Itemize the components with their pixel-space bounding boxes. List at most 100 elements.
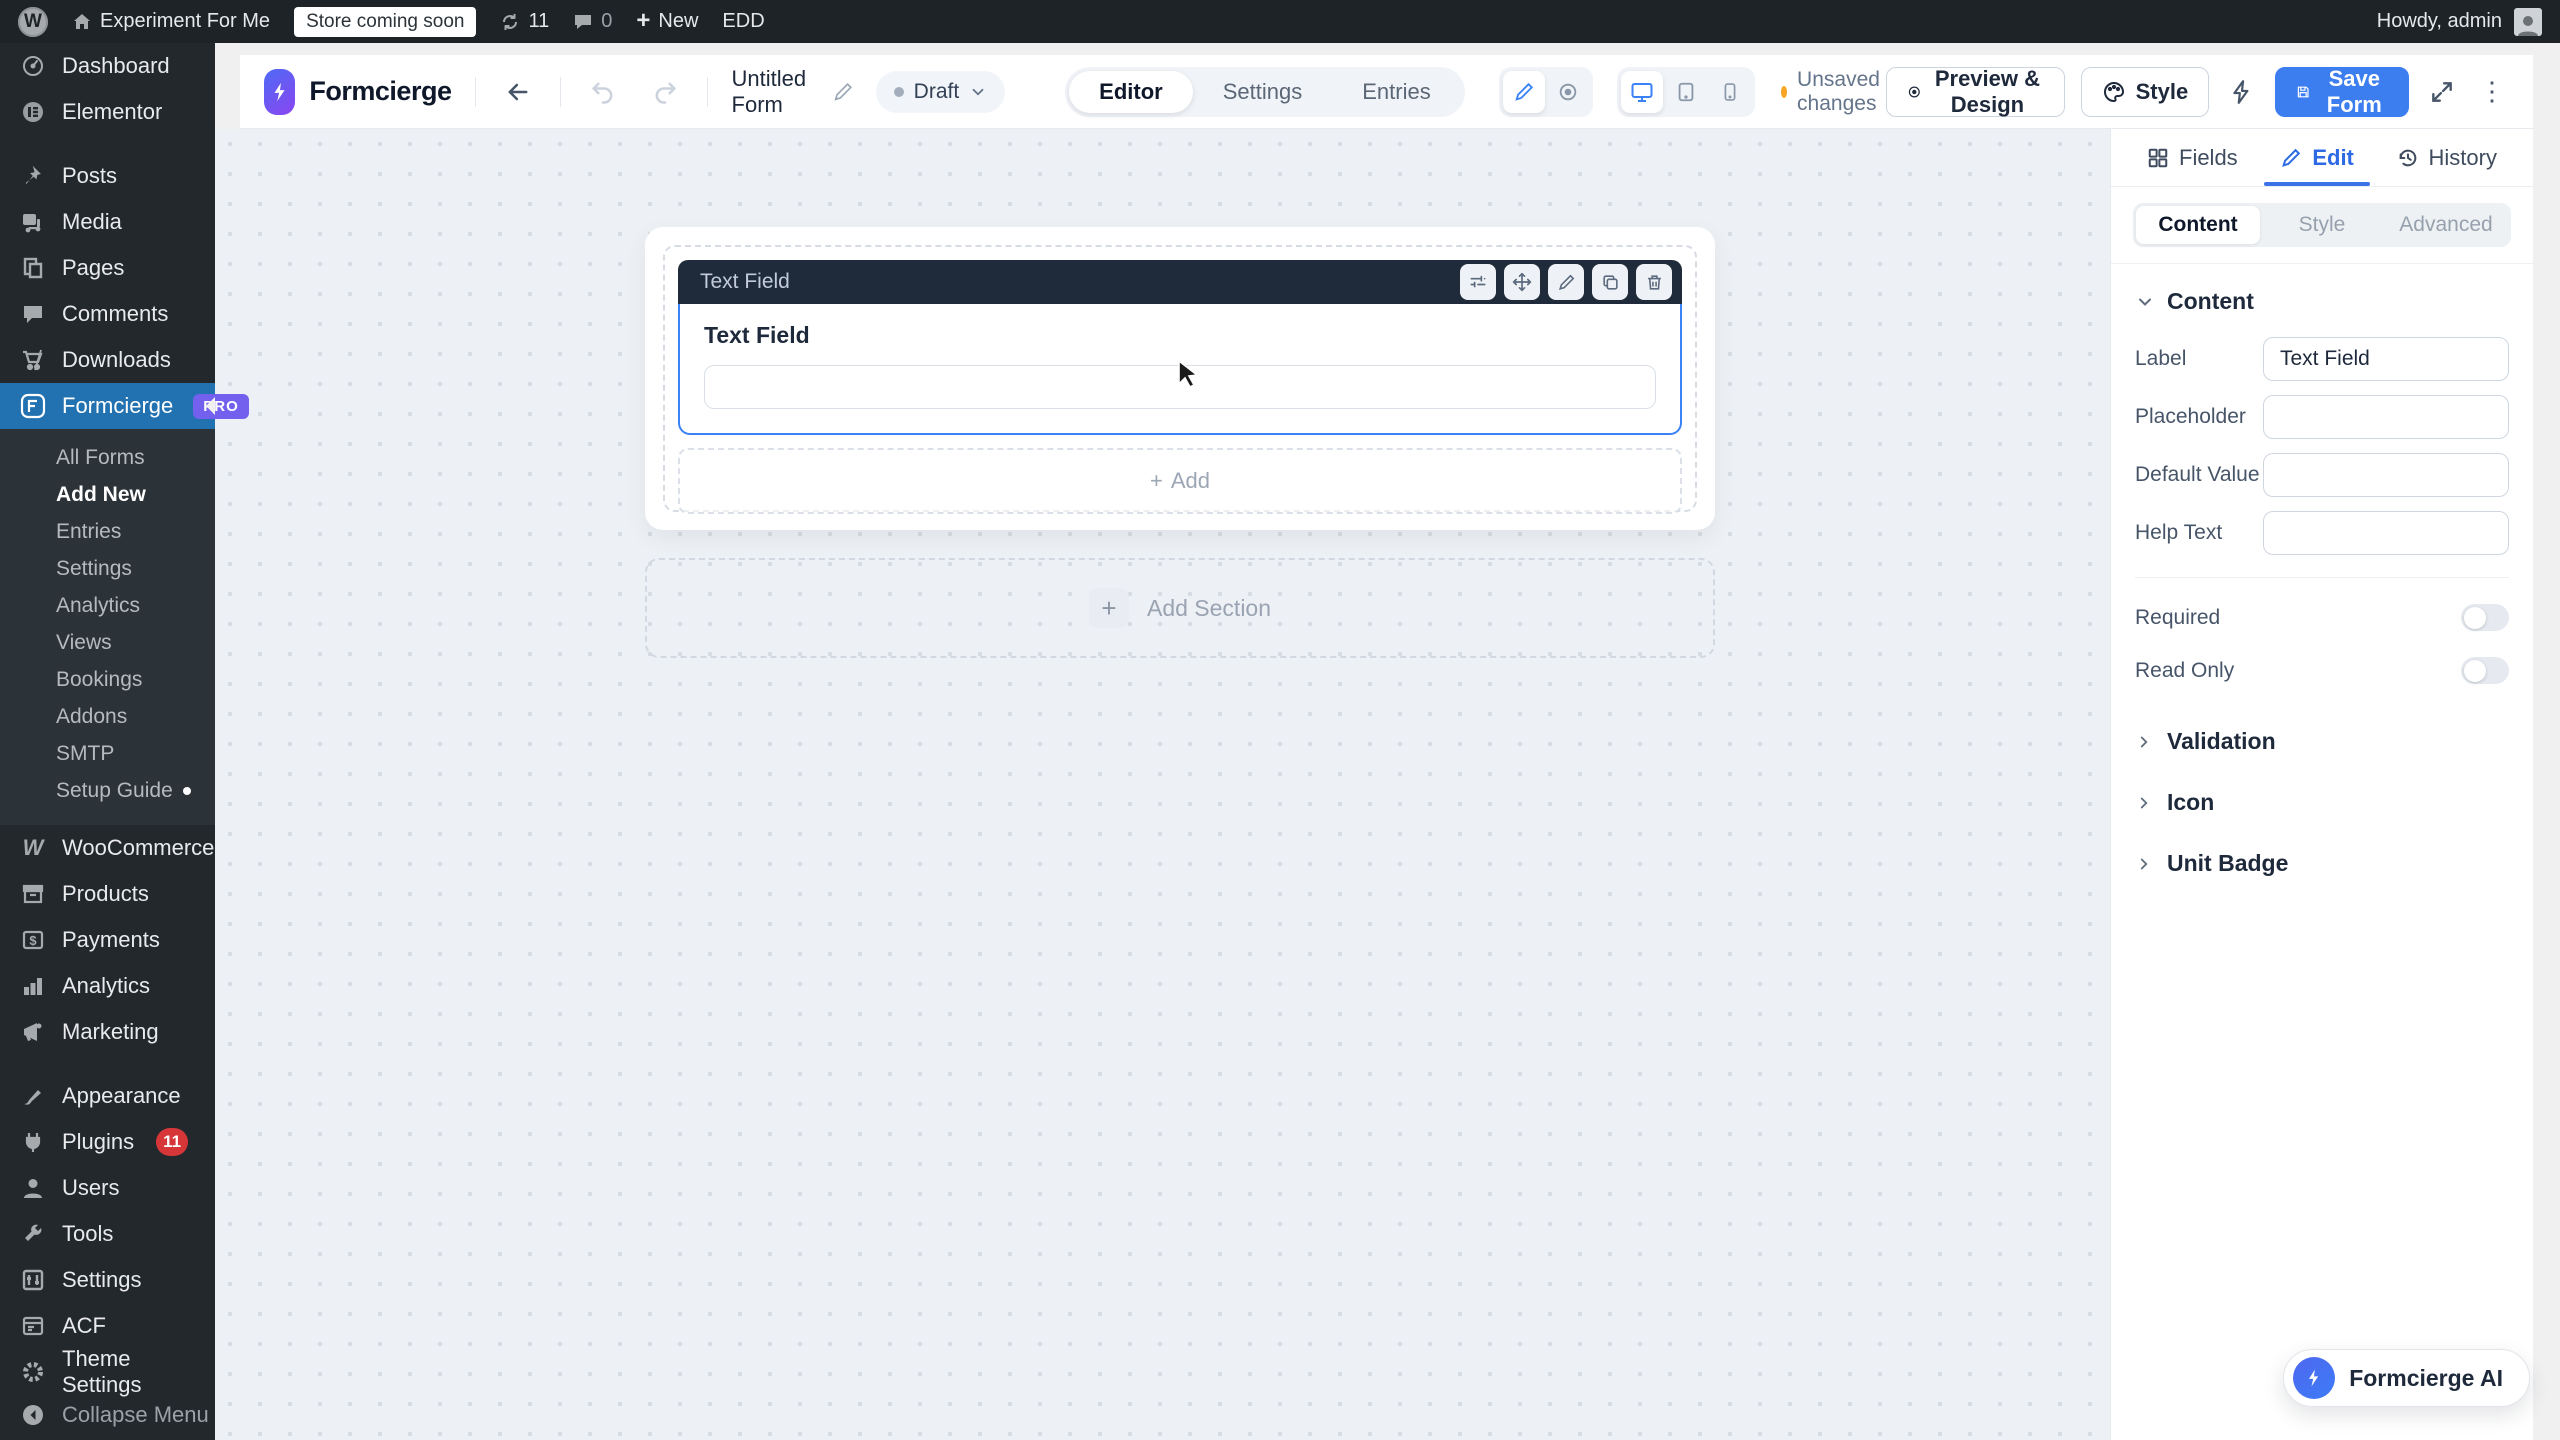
subtab-advanced[interactable]: Advanced bbox=[2384, 206, 2508, 244]
wrench-icon bbox=[20, 1223, 46, 1245]
status-dropdown[interactable]: Draft bbox=[876, 71, 1006, 113]
field-duplicate-button[interactable] bbox=[1592, 264, 1628, 300]
back-button[interactable] bbox=[500, 74, 536, 110]
preview-mode-button[interactable] bbox=[1547, 71, 1589, 113]
sidebar-item-settings[interactable]: Settings bbox=[0, 1257, 215, 1303]
sidebar-item-elementor[interactable]: Elementor bbox=[0, 89, 215, 135]
field-block-header[interactable]: Text Field bbox=[678, 260, 1682, 304]
add-field-button[interactable]: + Add bbox=[678, 448, 1682, 514]
save-icon bbox=[2296, 80, 2310, 104]
tab-editor[interactable]: Editor bbox=[1069, 71, 1193, 113]
sidebar-item-plugins[interactable]: Plugins 11 bbox=[0, 1119, 215, 1165]
edd-link[interactable]: EDD bbox=[722, 10, 764, 33]
submenu-setup-guide[interactable]: Setup Guide bbox=[0, 772, 215, 809]
tab-edit[interactable]: Edit bbox=[2280, 129, 2354, 186]
field-settings-button[interactable] bbox=[1460, 264, 1496, 300]
validation-section-header[interactable]: Validation bbox=[2135, 728, 2509, 755]
edit-title-icon[interactable] bbox=[832, 81, 854, 103]
comments-link[interactable]: 0 bbox=[573, 10, 612, 33]
submenu-addons[interactable]: Addons bbox=[0, 698, 215, 735]
sidebar-item-theme-settings[interactable]: Theme Settings bbox=[0, 1349, 215, 1395]
label-input[interactable] bbox=[2263, 337, 2509, 381]
preview-design-button[interactable]: Preview & Design bbox=[1886, 67, 2065, 117]
submenu-smtp[interactable]: SMTP bbox=[0, 735, 215, 772]
fullscreen-button[interactable] bbox=[2425, 75, 2459, 109]
more-options-button[interactable]: ⋮ bbox=[2475, 72, 2509, 111]
megaphone-icon bbox=[20, 1020, 46, 1044]
text-field-block[interactable]: Text Field Text Field bbox=[678, 260, 1682, 435]
sidebar-item-pages[interactable]: Pages bbox=[0, 245, 215, 291]
sliders-icon bbox=[20, 1269, 46, 1291]
new-content-link[interactable]: + New bbox=[636, 10, 698, 33]
sidebar-item-products[interactable]: Products bbox=[0, 871, 215, 917]
scrollbar-track[interactable] bbox=[2533, 43, 2560, 1440]
comments-count: 0 bbox=[601, 10, 612, 33]
formcierge-icon bbox=[20, 393, 46, 419]
tab-settings[interactable]: Settings bbox=[1193, 71, 1333, 113]
howdy-text[interactable]: Howdy, admin bbox=[2377, 10, 2502, 33]
undo-button[interactable] bbox=[585, 74, 621, 110]
field-label: Text Field bbox=[704, 322, 1656, 349]
submenu-entries[interactable]: Entries bbox=[0, 513, 215, 550]
tablet-view-button[interactable] bbox=[1665, 71, 1707, 113]
sidebar-item-dashboard[interactable]: Dashboard bbox=[0, 43, 215, 89]
add-section-button[interactable]: + Add Section bbox=[645, 558, 1715, 658]
quick-actions-button[interactable] bbox=[2225, 75, 2259, 109]
placeholder-input[interactable] bbox=[2263, 395, 2509, 439]
content-section-header[interactable]: Content bbox=[2135, 288, 2509, 315]
sidebar-item-woocommerce[interactable]: W WooCommerce bbox=[0, 825, 215, 871]
submenu-all-forms[interactable]: All Forms bbox=[0, 439, 215, 476]
sidebar-item-appearance[interactable]: Appearance bbox=[0, 1073, 215, 1119]
save-form-button[interactable]: Save Form bbox=[2275, 67, 2409, 117]
collapse-menu-button[interactable]: Collapse Menu bbox=[0, 1392, 215, 1438]
icon-section-header[interactable]: Icon bbox=[2135, 789, 2509, 816]
updates-link[interactable]: 11 bbox=[500, 10, 549, 33]
desktop-view-button[interactable] bbox=[1621, 71, 1663, 113]
tab-entries[interactable]: Entries bbox=[1332, 71, 1460, 113]
form-canvas[interactable]: Text Field Text Field bbox=[215, 129, 2110, 1440]
field-delete-button[interactable] bbox=[1636, 264, 1672, 300]
unit-badge-section-header[interactable]: Unit Badge bbox=[2135, 850, 2509, 877]
style-button[interactable]: Style bbox=[2081, 67, 2210, 117]
field-move-button[interactable] bbox=[1504, 264, 1540, 300]
sidebar-item-users[interactable]: Users bbox=[0, 1165, 215, 1211]
default-value-input[interactable] bbox=[2263, 453, 2509, 497]
tab-fields[interactable]: Fields bbox=[2147, 129, 2238, 186]
submenu-bookings[interactable]: Bookings bbox=[0, 661, 215, 698]
subtab-content[interactable]: Content bbox=[2136, 206, 2260, 244]
submenu-settings[interactable]: Settings bbox=[0, 550, 215, 587]
read-only-row: Read Only bbox=[2135, 657, 2509, 684]
formcierge-ai-button[interactable]: Formcierge AI bbox=[2283, 1349, 2530, 1407]
builder-toolbar: Formcierge Untitled Form Draft Editor bbox=[240, 55, 2533, 129]
edit-mode-button[interactable] bbox=[1503, 71, 1545, 113]
submenu-views[interactable]: Views bbox=[0, 624, 215, 661]
trash-icon bbox=[1645, 273, 1664, 292]
sidebar-item-media[interactable]: Media bbox=[0, 199, 215, 245]
help-text-input[interactable] bbox=[2263, 511, 2509, 555]
avatar[interactable] bbox=[2514, 8, 2542, 36]
site-name: Experiment For Me bbox=[100, 10, 270, 33]
read-only-toggle[interactable] bbox=[2461, 657, 2509, 684]
subtab-style[interactable]: Style bbox=[2260, 206, 2384, 244]
required-toggle[interactable] bbox=[2461, 604, 2509, 631]
field-edit-button[interactable] bbox=[1548, 264, 1584, 300]
wordpress-logo-icon[interactable]: W bbox=[18, 7, 48, 37]
submenu-analytics[interactable]: Analytics bbox=[0, 587, 215, 624]
sidebar-item-formcierge[interactable]: Formcierge PRO bbox=[0, 383, 215, 429]
sidebar-item-analytics[interactable]: Analytics bbox=[0, 963, 215, 1009]
field-block-title: Text Field bbox=[700, 270, 790, 294]
redo-button[interactable] bbox=[647, 74, 683, 110]
mobile-view-button[interactable] bbox=[1709, 71, 1751, 113]
sidebar-item-tools[interactable]: Tools bbox=[0, 1211, 215, 1257]
sidebar-item-marketing[interactable]: Marketing bbox=[0, 1009, 215, 1055]
submenu-add-new[interactable]: Add New bbox=[0, 476, 215, 513]
form-title[interactable]: Untitled Form bbox=[732, 66, 822, 118]
sidebar-item-comments[interactable]: Comments bbox=[0, 291, 215, 337]
site-name-link[interactable]: Experiment For Me bbox=[72, 10, 270, 33]
sidebar-item-posts[interactable]: Posts bbox=[0, 153, 215, 199]
sidebar-item-payments[interactable]: $ Payments bbox=[0, 917, 215, 963]
unsaved-status: Unsaved changes bbox=[1781, 68, 1886, 116]
tab-history[interactable]: History bbox=[2397, 129, 2497, 186]
sidebar-item-downloads[interactable]: Downloads bbox=[0, 337, 215, 383]
sidebar-item-acf[interactable]: ACF bbox=[0, 1303, 215, 1349]
